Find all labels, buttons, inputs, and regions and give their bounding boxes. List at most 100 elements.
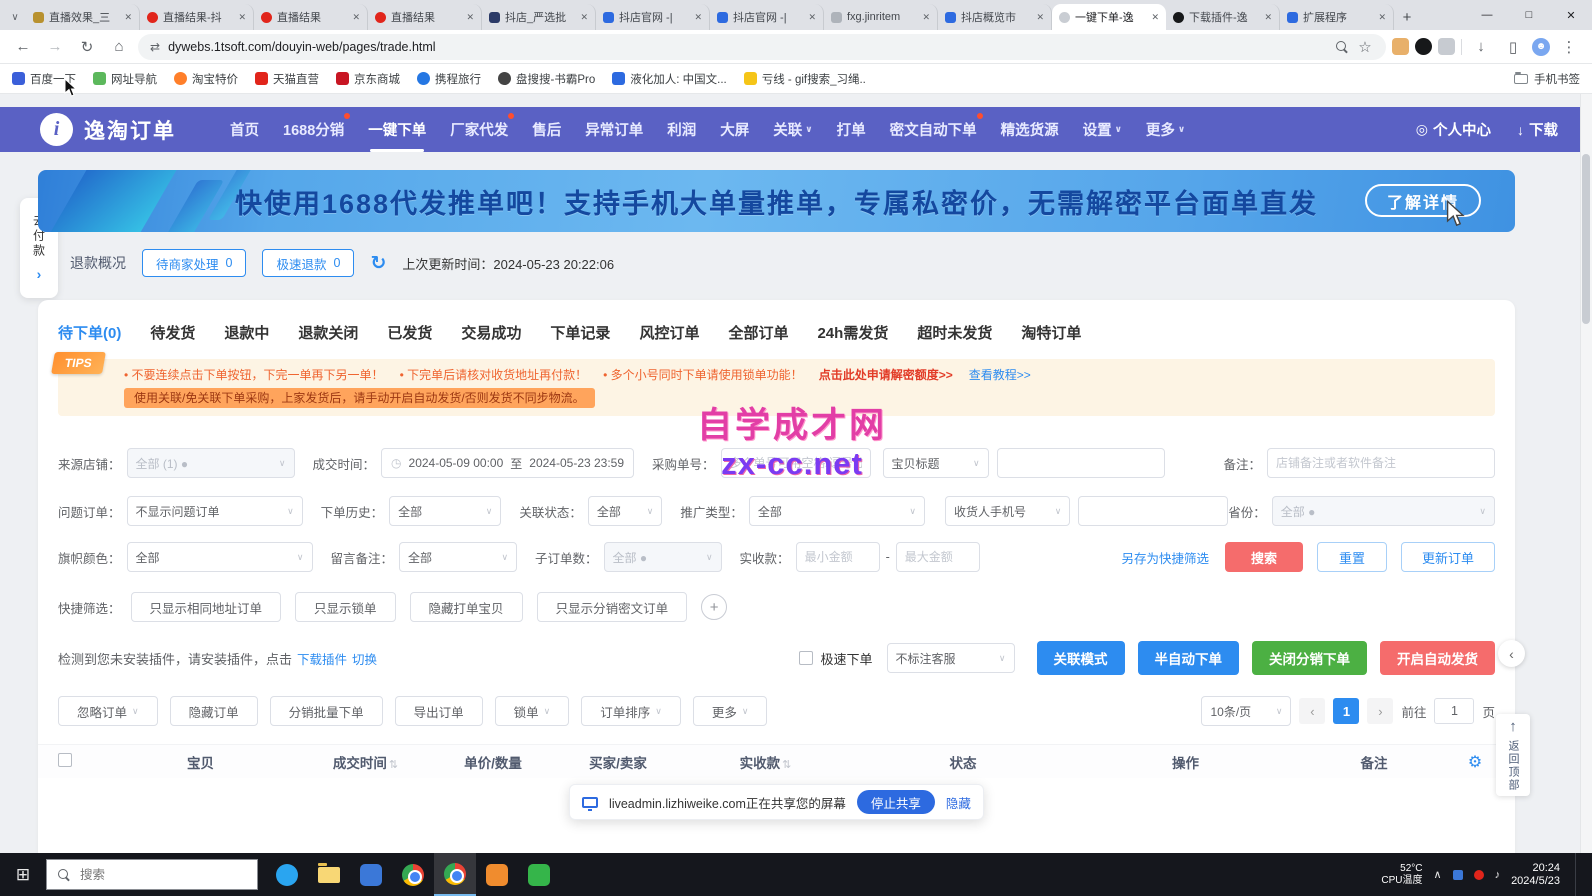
- quick-filter-hide-printed[interactable]: 隐藏打单宝贝: [410, 592, 523, 622]
- hide-toast-link[interactable]: 隐藏: [946, 793, 971, 812]
- nav-item-home[interactable]: 首页: [230, 107, 259, 152]
- browser-tab[interactable]: 抖店官网 -|✕: [596, 4, 710, 30]
- search-button[interactable]: 搜索: [1225, 542, 1303, 572]
- tab-to-ship[interactable]: 待发货: [150, 322, 195, 343]
- page-scrollbar[interactable]: [1580, 94, 1592, 853]
- store-select[interactable]: 全部 (1) ●∨: [127, 448, 295, 478]
- browser-tab-active[interactable]: 一键下单-逸✕: [1052, 4, 1166, 30]
- deal-time-range[interactable]: ◷ 2024-05-09 00:00 至 2024-05-23 23:59: [381, 448, 634, 478]
- next-page-button[interactable]: ›: [1367, 698, 1393, 724]
- start-button[interactable]: ⊞: [0, 853, 46, 896]
- hide-order-button[interactable]: 隐藏订单: [170, 696, 258, 726]
- select-all-checkbox[interactable]: [58, 753, 72, 767]
- bookmark-item[interactable]: 携程旅行: [417, 71, 481, 87]
- bookmark-item[interactable]: 亏线 - gif搜索_习绳..: [744, 71, 866, 87]
- lock-order-button[interactable]: 锁单∨: [495, 696, 570, 726]
- quick-filter-same-address[interactable]: 只显示相同地址订单: [131, 592, 282, 622]
- relation-mode-button[interactable]: 关联模式: [1037, 641, 1125, 675]
- tab-close-icon[interactable]: ✕: [1151, 12, 1159, 23]
- pending-merchant-button[interactable]: 待商家处理0: [142, 249, 246, 277]
- header-deal-time[interactable]: 成交时间⇅: [298, 752, 433, 772]
- time-from[interactable]: 2024-05-09 00:00: [409, 456, 504, 470]
- taskbar-app-office[interactable]: [350, 853, 392, 896]
- page-size-select[interactable]: 10条/页∨: [1201, 696, 1291, 726]
- quick-filter-cipher-only[interactable]: 只显示分销密文订单: [537, 592, 688, 622]
- panel-collapse-button[interactable]: ‹: [1498, 640, 1525, 667]
- browser-tab[interactable]: 直播结果✕: [368, 4, 482, 30]
- goto-page-input[interactable]: [1434, 698, 1474, 724]
- current-page[interactable]: 1: [1333, 698, 1359, 724]
- paid-min-input[interactable]: [796, 542, 880, 572]
- sub-order-count-select[interactable]: 全部 ●∨: [604, 542, 722, 572]
- taskbar-app-chrome[interactable]: [392, 853, 434, 896]
- sort-icon[interactable]: ⇅: [389, 759, 398, 771]
- tab-close-icon[interactable]: ✕: [922, 12, 930, 23]
- tray-app-icon-red[interactable]: [1474, 870, 1484, 880]
- user-center-button[interactable]: ◎个人中心: [1416, 119, 1491, 140]
- column-settings-gear-icon[interactable]: ⚙: [1455, 752, 1495, 772]
- sidebar-icon[interactable]: ▯: [1500, 34, 1526, 60]
- browser-tab[interactable]: 抖店_严选批✕: [482, 4, 596, 30]
- back-button[interactable]: ←: [10, 34, 36, 60]
- app-brand[interactable]: i 逸淘订单: [40, 113, 176, 146]
- problem-order-select[interactable]: 不显示问题订单∨: [127, 496, 303, 526]
- semi-auto-order-button[interactable]: 半自动下单: [1138, 641, 1240, 675]
- tab-refund-closed[interactable]: 退款关闭: [298, 322, 358, 343]
- bookmark-item[interactable]: 液化加人: 中国文...: [612, 71, 726, 87]
- quick-filter-locked-only[interactable]: 只显示锁单: [295, 592, 396, 622]
- note-input[interactable]: [1267, 448, 1495, 478]
- header-paid[interactable]: 实收款⇅: [683, 752, 848, 772]
- po-number-input[interactable]: [721, 448, 871, 478]
- tab-risk-orders[interactable]: 风控订单: [639, 322, 699, 343]
- nav-item-print[interactable]: 打单: [837, 107, 866, 152]
- tab-close-icon[interactable]: ✕: [1264, 12, 1272, 23]
- batch-distribution-button[interactable]: 分销批量下单: [270, 696, 383, 726]
- taskbar-app-messenger[interactable]: [266, 853, 308, 896]
- address-bar[interactable]: ⇄ dywebs.1tsoft.com/douyin-web/pages/tra…: [138, 34, 1386, 60]
- refresh-icon[interactable]: ↻: [370, 252, 386, 275]
- fast-order-checkbox-group[interactable]: 极速下单: [799, 649, 872, 668]
- nav-item-more[interactable]: 更多∨: [1146, 107, 1185, 152]
- fast-refund-button[interactable]: 极速退款0: [262, 249, 354, 277]
- tab-24h-ship[interactable]: 24h需发货: [817, 322, 888, 343]
- nav-item-cipher-auto[interactable]: 密文自动下单: [890, 107, 977, 152]
- tab-order-history[interactable]: 下单记录: [550, 322, 610, 343]
- browser-menu-icon[interactable]: ⋮: [1556, 34, 1582, 60]
- tab-all-orders[interactable]: 全部订单: [728, 322, 788, 343]
- reset-button[interactable]: 重置: [1317, 542, 1387, 572]
- time-to[interactable]: 2024-05-23 23:59: [529, 456, 624, 470]
- nav-item-relation[interactable]: 关联∨: [773, 107, 812, 152]
- title-keyword-input[interactable]: [997, 448, 1165, 478]
- apply-decrypt-quota-link[interactable]: 点击此处申请解密额度>>: [819, 366, 953, 384]
- browser-tab[interactable]: 直播结果✕: [254, 4, 368, 30]
- download-button[interactable]: ↓下载: [1517, 119, 1558, 140]
- add-quick-filter-button[interactable]: +: [701, 594, 727, 620]
- tab-shipped[interactable]: 已发货: [387, 322, 432, 343]
- home-button[interactable]: ⌂: [106, 34, 132, 60]
- extension-tampermonkey-icon[interactable]: [1392, 38, 1409, 55]
- scrollbar-thumb[interactable]: [1582, 154, 1590, 324]
- update-orders-button[interactable]: 更新订单: [1401, 542, 1495, 572]
- url-text[interactable]: dywebs.1tsoft.com/douyin-web/pages/trade…: [168, 40, 1327, 54]
- nav-item-profit[interactable]: 利润: [667, 107, 696, 152]
- bookmark-item[interactable]: 淘宝特价: [174, 71, 238, 87]
- province-select[interactable]: 全部 ●∨: [1272, 496, 1495, 526]
- tray-volume-icon[interactable]: ♪: [1495, 869, 1501, 881]
- more-actions-button[interactable]: 更多∨: [693, 696, 768, 726]
- tray-expand-chevron-icon[interactable]: ∧: [1434, 868, 1442, 881]
- browser-tab[interactable]: fxg.jinritem✕: [824, 4, 938, 30]
- nav-item-supply[interactable]: 精选货源: [1001, 107, 1059, 152]
- taskbar-clock[interactable]: 20:24 2024/5/23: [1511, 862, 1560, 888]
- bookmark-star-icon[interactable]: ☆: [1356, 34, 1374, 60]
- tray-app-icon-blue[interactable]: [1453, 870, 1463, 880]
- browser-tab[interactable]: 扩展程序✕: [1280, 4, 1394, 30]
- browser-tab[interactable]: 下载插件-逸✕: [1166, 4, 1280, 30]
- tab-close-icon[interactable]: ✕: [352, 12, 360, 23]
- order-history-select[interactable]: 全部∨: [389, 496, 501, 526]
- no-cs-tag-select[interactable]: 不标注客服∨: [887, 643, 1015, 673]
- message-note-select[interactable]: 全部∨: [399, 542, 517, 572]
- tab-close-icon[interactable]: ✕: [808, 12, 816, 23]
- browser-tab[interactable]: 抖店概览市✕: [938, 4, 1052, 30]
- promo-type-select[interactable]: 全部∨: [749, 496, 925, 526]
- switch-link[interactable]: 切换: [352, 649, 377, 668]
